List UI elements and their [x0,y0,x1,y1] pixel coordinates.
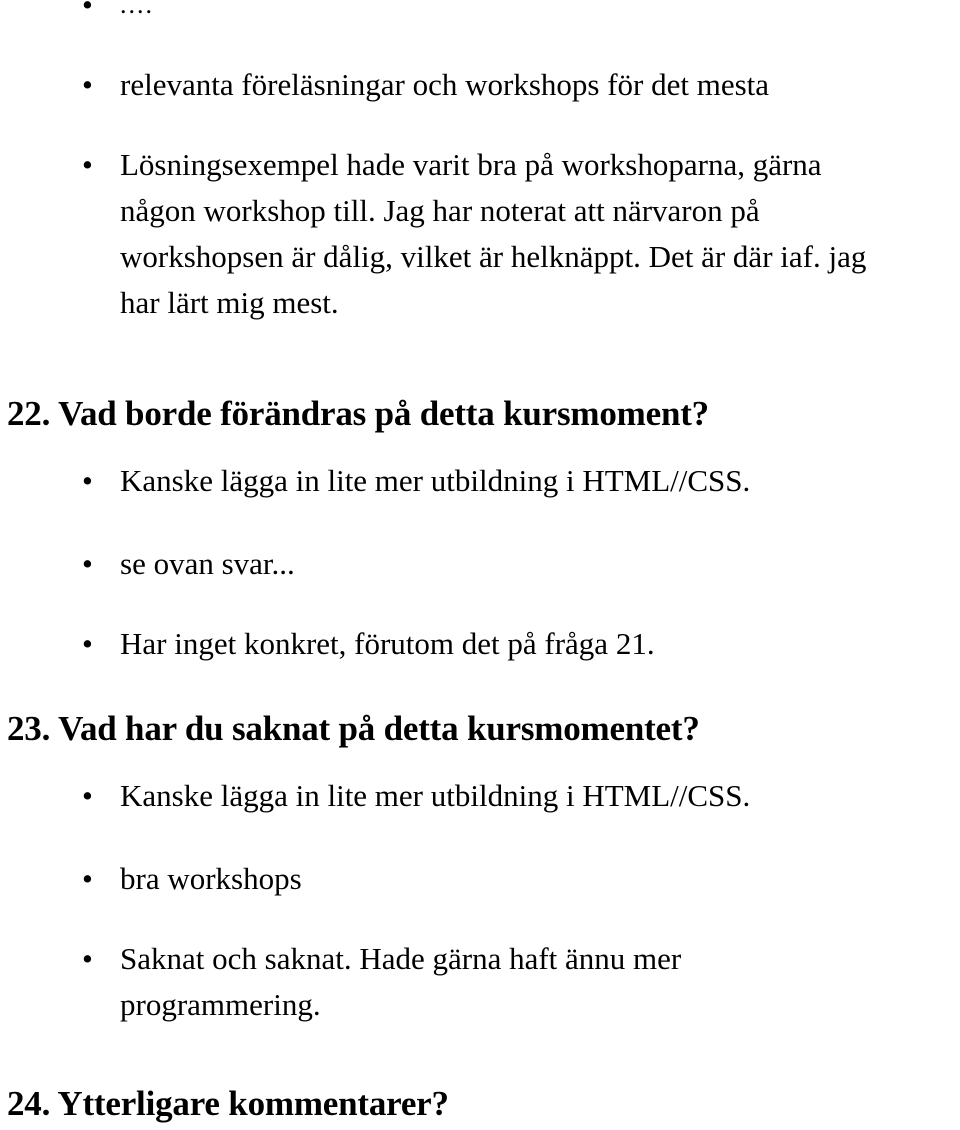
list-item-text: relevanta föreläsningar och workshops fö… [120,67,770,102]
list-item-text: .... [120,0,154,19]
bullet-marker-icon: • [82,463,93,498]
question-title: Ytterligare kommentarer? [57,1084,449,1123]
list-item-text: Har inget konkret, förutom det på fråga … [120,626,655,661]
list-item: • Kanske lägga in lite mer utbildning i … [0,773,960,819]
list-item-text: se ovan svar... [120,546,295,581]
list-item: • Har inget konkret, förutom det på fråg… [0,621,960,667]
bullet-marker-icon: • [82,861,93,896]
list-item: • Saknat och saknat. Hade gärna haft änn… [0,936,960,1028]
list-item-text: har lärt mig mest. [120,285,339,320]
list-item: • Kanske lägga in lite mer utbildning i … [0,458,960,504]
list-item-text: Kanske lägga in lite mer utbildning i HT… [120,463,751,498]
question-number: 23. [7,709,59,748]
question-number: 24. [7,1084,58,1123]
question-heading-22: 22. Vad borde förändras på detta kursmom… [0,392,960,436]
list-item: • se ovan svar... [0,541,960,587]
list-item: • relevanta föreläsningar och workshops … [0,62,960,108]
list-item-text: någon workshop till. Jag har noterat att… [120,193,760,228]
list-item-text: programmering. [120,987,321,1022]
bullet-marker-icon: • [82,546,93,581]
list-item: • .... [0,0,960,28]
list-item: • Lösningsexempel hade varit bra på work… [0,142,960,326]
question-number: 22. [7,394,59,433]
list-item-text: Saknat och saknat. Hade gärna haft ännu … [120,941,682,976]
question-title: Vad borde förändras på detta kursmoment? [58,394,709,433]
list-item-text: bra workshops [120,861,302,896]
question-heading-24: 24. Ytterligare kommentarer? [0,1082,960,1126]
question-title: Vad har du saknat på detta kursmomentet? [58,709,700,748]
bullet-marker-icon: • [82,147,93,182]
bullet-marker-icon: • [82,941,93,976]
bullet-marker-icon: • [82,626,93,661]
bullet-marker-icon: • [82,0,93,22]
list-item: • bra workshops [0,856,960,902]
bullet-marker-icon: • [82,778,93,813]
document-page: • .... • relevanta föreläsningar och wor… [0,0,960,1130]
question-heading-23: 23. Vad har du saknat på detta kursmomen… [0,707,960,751]
bullet-marker-icon: • [82,67,93,102]
list-item-text: Kanske lägga in lite mer utbildning i HT… [120,778,751,813]
list-item-text: workshopsen är dålig, vilket är helknäpp… [120,239,867,274]
list-item-text: Lösningsexempel hade varit bra på worksh… [120,147,822,182]
